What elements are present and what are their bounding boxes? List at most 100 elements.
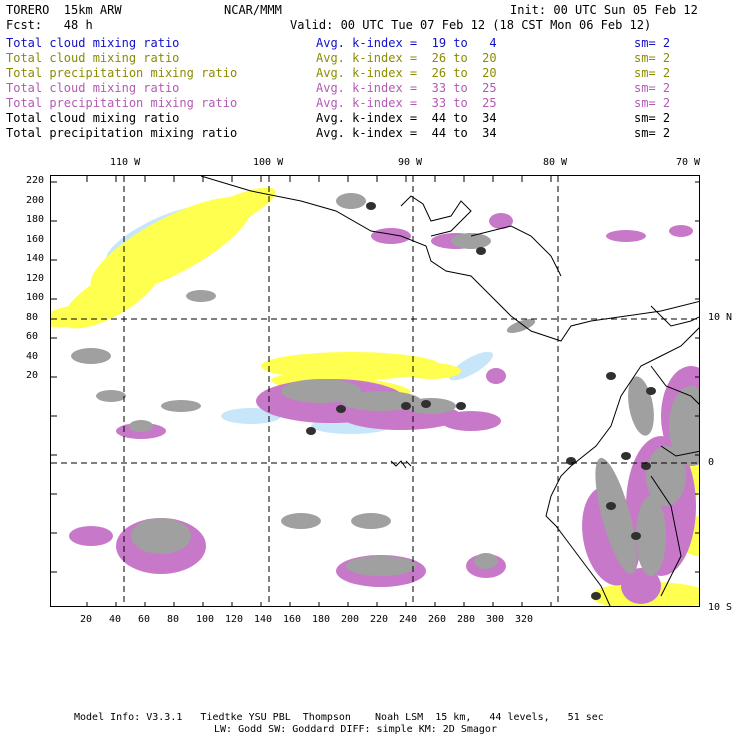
legend-name: Total cloud mixing ratio [6,81,180,95]
precip-area-purple [486,368,506,384]
y-grid-label: 60 [26,331,39,342]
legend-kindex: Avg. k-index = 44 to 34 [316,111,497,125]
longitude-label: 70 W [676,157,701,168]
latitude-label: 0 [708,457,715,468]
longitude-label: 110 W [110,157,141,168]
intense-core [606,372,616,380]
y-grid-label: 20 [26,370,39,381]
legend-row: Total precipitation mixing ratio Avg. k-i… [6,126,736,141]
legend-smoothing: sm= 2 [634,96,671,110]
x-grid-label: 180 [312,614,331,625]
legend-name: Total precipitation mixing ratio [6,126,238,140]
intense-core [646,387,656,395]
x-grid-label: 320 [515,614,534,625]
cloud-area-gray [129,420,153,432]
cloud-area-gray [351,513,391,529]
cloud-area-gray [346,556,416,576]
legend-row: Total cloud mixing ratio Avg. k-index = 1… [6,36,736,51]
y-grid-label: 120 [26,272,45,284]
x-grid-label: 280 [457,614,476,625]
legend-row: Total cloud mixing ratio Avg. k-index = 2… [6,51,736,66]
x-grid-label: 60 [138,614,151,625]
legend-kindex: Avg. k-index = 33 to 25 [316,81,497,95]
legend-kindex: Avg. k-index = 26 to 20 [316,51,497,65]
legend-kindex: Avg. k-index = 26 to 20 [316,66,497,80]
intense-core [606,502,616,510]
cloud-area-gray [336,193,366,209]
x-grid-label: 20 [80,614,93,625]
weather-map [51,176,699,606]
legend-name: Total cloud mixing ratio [6,111,180,125]
cloud-area-gray [281,513,321,529]
coastline [390,460,412,469]
precip-area-yellow [401,363,461,379]
cloud-area-gray [161,400,201,412]
precip-area-purple [69,526,113,546]
cloud-area-gray [186,290,216,302]
legend-row: Total cloud mixing ratio Avg. k-index = 4… [6,111,736,126]
legend-kindex: Avg. k-index = 19 to 4 [316,36,497,50]
x-grid-label: 260 [428,614,447,625]
legend-name: Total cloud mixing ratio [6,51,180,65]
coastline [200,176,699,342]
coastline [400,195,472,237]
x-grid-label: 220 [370,614,389,625]
intense-core [621,452,631,460]
cloud-area-gray [71,348,111,364]
legend-kindex: Avg. k-index = 33 to 25 [316,96,497,110]
latitude-label: 10 S [708,602,733,613]
intense-core [456,402,466,410]
map-panel [50,175,700,607]
x-grid-label: 40 [109,614,122,625]
x-grid-label: 80 [167,614,180,625]
legend-name: Total cloud mixing ratio [6,36,180,50]
valid-time: Valid: 00 UTC Tue 07 Feb 12 (18 CST Mon … [290,18,652,32]
y-grid-label: 80 [26,311,39,323]
intense-core [591,592,601,600]
org-label: NCAR/MMM [224,3,282,17]
intense-core [336,405,346,413]
legend-name: Total precipitation mixing ratio [6,66,238,80]
y-grid-label: 140 [26,253,45,264]
y-grid-label: 180 [26,214,45,225]
legend-kindex: Avg. k-index = 44 to 34 [316,126,497,140]
y-grid-label: 100 [26,292,45,303]
x-grid-label: 140 [254,614,273,625]
legend-smoothing: sm= 2 [634,126,671,140]
x-grid-label: 200 [341,614,360,625]
x-grid-label: 100 [196,614,215,625]
x-grid-label: 300 [486,614,505,625]
y-grid-label: 40 [26,350,39,362]
legend-name: Total precipitation mixing ratio [6,96,238,110]
forecast-hour: Fcst: 48 h [6,18,93,32]
coastline [650,305,699,327]
y-grid-label: 220 [26,175,45,186]
x-grid-label: 160 [283,614,302,625]
legend-smoothing: sm= 2 [634,111,671,125]
latitude-label: 10 N [708,312,733,323]
longitude-label: 100 W [253,157,284,168]
cloud-area-gray [474,553,498,569]
longitude-label: 80 W [543,157,568,168]
precip-area-purple [441,411,501,431]
legend-smoothing: sm= 2 [634,81,671,95]
longitude-label: 90 W [398,157,423,168]
intense-core [306,427,316,435]
precip-area-purple [371,228,411,244]
legend-smoothing: sm= 2 [634,36,671,50]
model-info: Model Info: V3.3.1 Tiedtke YSU PBL Thomp… [74,712,604,723]
cloud-area-gray [131,518,191,554]
intense-core [631,532,641,540]
precip-area-purple [606,230,646,242]
precip-area-purple [669,225,693,237]
intense-core [401,402,411,410]
intense-core [366,202,376,210]
y-grid-label: 160 [26,233,45,245]
x-grid-label: 120 [225,614,244,625]
legend-smoothing: sm= 2 [634,66,671,80]
cloud-area-gray [96,390,126,402]
precip-area-yellow [271,360,311,372]
legend-smoothing: sm= 2 [634,51,671,65]
intense-core [421,400,431,408]
model-title: TORERO 15km ARW [6,3,122,17]
